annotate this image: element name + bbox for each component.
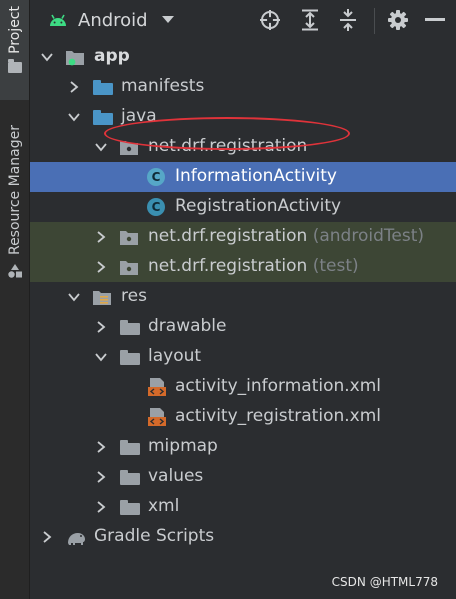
view-selector[interactable]: Android [78, 10, 148, 31]
tree-label: java [121, 106, 157, 126]
chevron-down-icon[interactable] [161, 16, 174, 24]
expand-all-button[interactable] [298, 8, 322, 32]
project-tool-tab[interactable]: Project [0, 0, 29, 100]
folder-icon [120, 470, 140, 485]
resource-manager-tool-tab[interactable]: Resource Manager [0, 125, 29, 300]
tree-node-layout-file[interactable]: activity_registration.xml [30, 402, 456, 432]
tree-node-app[interactable]: app [30, 42, 456, 72]
tree-node-information-activity[interactable]: C InformationActivity [30, 162, 456, 192]
android-icon [50, 14, 66, 26]
class-icon: C [147, 198, 165, 216]
chevron-right-icon[interactable] [95, 261, 107, 273]
chevron-down-icon[interactable] [95, 351, 107, 363]
chevron-down-icon[interactable] [95, 141, 107, 153]
module-folder-icon [66, 51, 84, 66]
resources-folder-icon [93, 291, 111, 305]
chevron-right-icon[interactable] [95, 471, 107, 483]
chevron-down-icon[interactable] [41, 51, 53, 63]
tree-node-package[interactable]: net.drf.registration [30, 132, 456, 162]
package-icon [120, 231, 138, 245]
tree-label: drawable [148, 316, 227, 336]
tree-label: net.drf.registration (androidTest) [148, 226, 424, 246]
expand-all-icon [302, 9, 318, 31]
tree-label: activity_information.xml [175, 376, 382, 396]
tree-label: RegistrationActivity [175, 196, 342, 216]
folder-icon [120, 350, 140, 365]
tree-label: layout [148, 346, 202, 366]
locate-icon [260, 10, 280, 30]
tree-node-mipmap[interactable]: mipmap [30, 432, 456, 462]
xml-layout-file-icon [148, 408, 166, 426]
settings-button[interactable] [386, 8, 410, 32]
chevron-right-icon[interactable] [95, 501, 107, 513]
project-tab-label: Project [6, 6, 23, 54]
minimize-icon [425, 18, 445, 21]
tree-label: net.drf.registration [148, 136, 308, 156]
tree-label: res [121, 286, 147, 306]
folder-icon [120, 320, 140, 335]
source-set-suffix: (test) [312, 256, 359, 276]
tree-label: InformationActivity [175, 166, 337, 186]
tree-label: mipmap [148, 436, 218, 456]
chevron-down-icon[interactable] [68, 111, 80, 123]
xml-layout-file-icon [148, 378, 166, 396]
chevron-right-icon[interactable] [68, 81, 80, 93]
resource-shapes-icon [7, 264, 22, 278]
tree-label: Gradle Scripts [94, 526, 215, 546]
collapse-all-icon [340, 9, 356, 31]
tree-label: xml [148, 496, 180, 516]
gear-icon [388, 10, 408, 30]
project-tree: app manifests java net.drf.registration [30, 40, 456, 599]
toolbar-separator [374, 8, 375, 34]
tree-label: values [148, 466, 204, 486]
gradle-elephant-icon [68, 533, 85, 545]
package-icon [120, 261, 138, 275]
tree-label: manifests [121, 76, 205, 96]
tree-node-manifests[interactable]: manifests [30, 72, 456, 102]
chevron-down-icon[interactable] [68, 291, 80, 303]
folder-icon [7, 58, 22, 73]
collapse-all-button[interactable] [336, 8, 360, 32]
class-icon: C [147, 168, 165, 186]
folder-icon [120, 500, 140, 515]
folder-icon [93, 110, 113, 125]
source-set-suffix: (androidTest) [312, 226, 424, 246]
tree-node-java[interactable]: java [30, 102, 456, 132]
chevron-right-icon[interactable] [95, 321, 107, 333]
tree-node-package-android-test[interactable]: net.drf.registration (androidTest) [30, 222, 456, 252]
chevron-right-icon[interactable] [41, 531, 53, 543]
tree-node-layout[interactable]: layout [30, 342, 456, 372]
tree-label: net.drf.registration (test) [148, 256, 359, 276]
tree-node-values[interactable]: values [30, 462, 456, 492]
tree-label: activity_registration.xml [175, 406, 381, 426]
tree-label: app [94, 46, 130, 66]
chevron-right-icon[interactable] [95, 231, 107, 243]
tree-node-layout-file[interactable]: activity_information.xml [30, 372, 456, 402]
project-toolbar: Android [30, 0, 456, 40]
locate-file-button[interactable] [258, 8, 282, 32]
tree-node-package-test[interactable]: net.drf.registration (test) [30, 252, 456, 282]
minimize-button[interactable] [423, 8, 447, 32]
folder-icon [93, 80, 113, 95]
tree-node-registration-activity[interactable]: C RegistrationActivity [30, 192, 456, 222]
tree-node-xml[interactable]: xml [30, 492, 456, 522]
folder-icon [120, 440, 140, 455]
tree-node-drawable[interactable]: drawable [30, 312, 456, 342]
package-icon [120, 141, 138, 155]
tree-node-gradle-scripts[interactable]: Gradle Scripts [30, 522, 456, 552]
watermark: CSDN @HTML778 [331, 575, 438, 589]
chevron-right-icon[interactable] [95, 441, 107, 453]
tool-window-strip: Project Resource Manager [0, 0, 30, 599]
tree-node-res[interactable]: res [30, 282, 456, 312]
resource-manager-tab-label: Resource Manager [6, 125, 23, 256]
